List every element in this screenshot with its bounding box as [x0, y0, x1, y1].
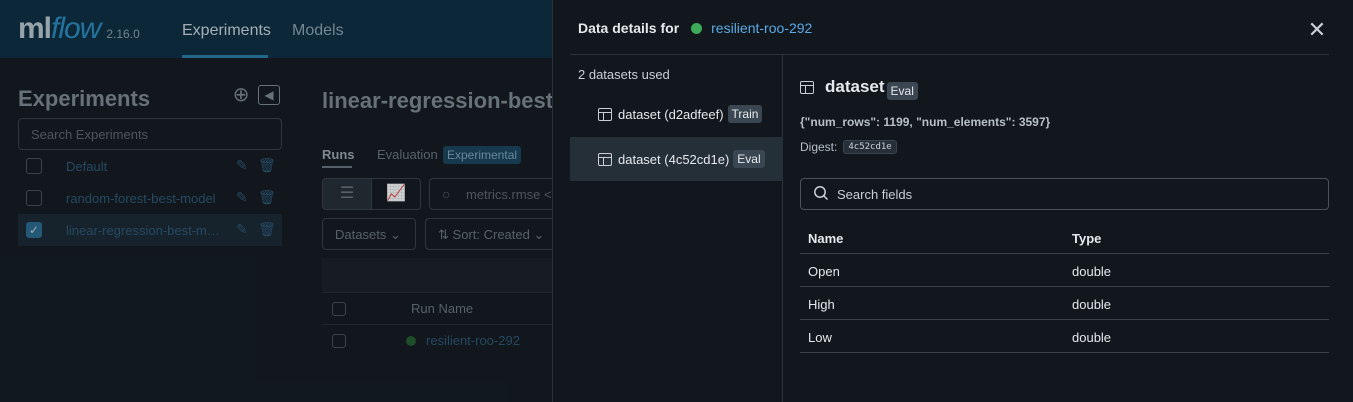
- field-type: double: [1072, 330, 1112, 345]
- digest-value: 4c52cd1e: [843, 140, 897, 154]
- modal-backdrop[interactable]: [0, 0, 552, 402]
- field-name: High: [808, 297, 835, 312]
- schema-table: Name Type Open double High double Low do…: [800, 221, 1329, 353]
- table-icon: [598, 107, 612, 121]
- table-icon: [598, 152, 612, 166]
- dataset-digest: Digest: 4c52cd1e: [800, 140, 897, 154]
- schema-header-row: Name Type: [800, 221, 1329, 254]
- run-status-dot: [691, 22, 703, 34]
- dataset-item[interactable]: dataset (d2adfeef) Train: [570, 92, 783, 136]
- run-name-link[interactable]: resilient-roo-292: [711, 20, 812, 36]
- search-fields-placeholder: Search fields: [837, 187, 913, 202]
- data-details-drawer: Data details for resilient-roo-292 ✕ 2 d…: [552, 0, 1353, 402]
- field-type: double: [1072, 297, 1112, 312]
- dataset-title: dataset Eval: [800, 77, 918, 100]
- field-name: Low: [808, 330, 832, 345]
- dataset-label: dataset (4c52cd1e): [618, 151, 730, 167]
- field-type: double: [1072, 264, 1112, 279]
- dataset-context-tag: Eval: [886, 82, 918, 100]
- datasets-list: 2 datasets used dataset (d2adfeef) Train…: [570, 55, 783, 402]
- table-row: Low double: [800, 320, 1329, 353]
- dataset-detail: dataset Eval {"num_rows": 1199, "num_ele…: [800, 55, 1329, 402]
- column-name-header: Name: [808, 231, 844, 246]
- field-name: Open: [808, 264, 840, 279]
- search-fields-input[interactable]: Search fields: [800, 178, 1329, 210]
- digest-label: Digest:: [800, 140, 838, 154]
- search-icon: [814, 186, 829, 201]
- table-row: High double: [800, 287, 1329, 320]
- drawer-title-prefix: Data details for: [578, 20, 680, 36]
- dataset-item-selected[interactable]: dataset (4c52cd1e) Eval: [570, 137, 783, 181]
- table-icon: [800, 80, 814, 94]
- drawer-title: Data details for resilient-roo-292: [578, 20, 812, 36]
- table-row: Open double: [800, 254, 1329, 287]
- column-type-header: Type: [1072, 231, 1102, 246]
- datasets-count: 2 datasets used: [578, 67, 670, 82]
- dataset-name: dataset: [825, 77, 885, 96]
- dataset-context-tag: Train: [727, 105, 763, 123]
- dataset-label: dataset (d2adfeef): [618, 106, 724, 122]
- close-icon[interactable]: ✕: [1305, 18, 1329, 42]
- dataset-context-tag: Eval: [733, 150, 765, 168]
- dataset-profile: {"num_rows": 1199, "num_elements": 3597}: [800, 115, 1051, 129]
